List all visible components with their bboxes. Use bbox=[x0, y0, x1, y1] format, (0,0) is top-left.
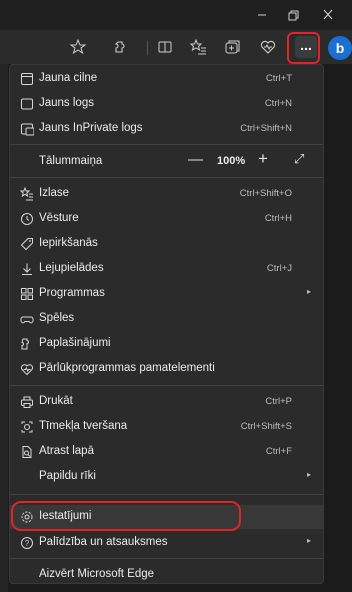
help-icon: ? bbox=[19, 535, 35, 551]
menu-item-label: Programmas bbox=[39, 287, 105, 299]
shopping-tag-icon bbox=[19, 236, 35, 252]
browser-essentials-icon bbox=[19, 361, 35, 377]
menu-item-apps[interactable]: Programmas ▸ bbox=[10, 282, 323, 306]
menu-item-games[interactable]: Spēles bbox=[10, 307, 323, 331]
menu-item-find-on-page[interactable]: Atrast lapā Ctrl+F bbox=[10, 440, 323, 464]
web-capture-icon bbox=[19, 419, 35, 435]
menu-item-zoom: Tālummaiņa — 100% + ⤢ bbox=[10, 148, 323, 174]
menu-item-label: Drukāt bbox=[39, 395, 73, 407]
menu-item-label: Pārlūkprogrammas pamatelementi bbox=[39, 362, 215, 374]
menu-separator bbox=[10, 494, 323, 495]
settings-highlight-annotation bbox=[11, 501, 241, 531]
maximize-icon[interactable] bbox=[284, 6, 304, 24]
close-icon[interactable] bbox=[318, 6, 338, 24]
favorite-star-icon[interactable] bbox=[68, 37, 88, 57]
extensions-icon[interactable] bbox=[112, 37, 132, 57]
menu-item-shortcut: Ctrl+T bbox=[265, 73, 292, 84]
menu-item-new-window[interactable]: Jauns logs Ctrl+N bbox=[10, 92, 323, 116]
menu-item-label: Lejupielādes bbox=[39, 262, 104, 274]
menu-item-print[interactable]: Drukāt Ctrl+P bbox=[10, 390, 323, 414]
menu-item-label: Jauna cilne bbox=[39, 72, 98, 84]
menu-item-shortcut: Ctrl+Shift+S bbox=[240, 421, 292, 432]
favorites-icon bbox=[19, 186, 35, 202]
title-bar bbox=[0, 0, 352, 30]
minimize-icon[interactable] bbox=[252, 6, 272, 24]
menu-item-help-and-feedback[interactable]: ? Palīdzība un atsauksmes ▸ bbox=[10, 531, 323, 555]
menu-item-downloads[interactable]: Lejupielādes Ctrl+J bbox=[10, 257, 323, 281]
menu-item-label: Jauns logs bbox=[39, 97, 94, 109]
menu-item-label: Tīmekļa tveršana bbox=[39, 420, 128, 432]
menu-separator bbox=[10, 558, 323, 559]
page-background-strip bbox=[0, 64, 8, 592]
menu-separator bbox=[10, 177, 323, 178]
menu-item-label: Izlase bbox=[39, 187, 70, 199]
menu-item-label: Palīdzība un atsauksmes bbox=[39, 536, 168, 548]
menu-separator bbox=[10, 385, 323, 386]
menu-item-web-capture[interactable]: Tīmekļa tveršana Ctrl+Shift+S bbox=[10, 415, 323, 439]
zoom-out-button[interactable]: — bbox=[188, 151, 203, 168]
submenu-arrow-icon: ▸ bbox=[306, 287, 311, 296]
new-tab-icon bbox=[19, 71, 35, 87]
split-screen-icon[interactable] bbox=[155, 37, 175, 57]
svg-text:?: ? bbox=[25, 539, 30, 548]
bing-copilot-button[interactable]: b bbox=[328, 36, 352, 60]
menu-item-more-tools[interactable]: Papildu rīki ▸ bbox=[10, 465, 323, 489]
zoom-label: Tālummaiņa bbox=[39, 155, 103, 167]
menu-item-shortcut: Ctrl+J bbox=[266, 263, 292, 274]
menu-item-label: Spēles bbox=[39, 312, 75, 324]
menu-item-label: Iepirkšanās bbox=[39, 237, 98, 249]
menu-item-shortcut: Ctrl+P bbox=[265, 396, 292, 407]
menu-item-label: Jauns InPrivate logs bbox=[39, 122, 143, 134]
menu-item-label: Atrast lapā bbox=[39, 445, 94, 457]
menu-item-new-inprivate-window[interactable]: Jauns InPrivate logs Ctrl+Shift+N bbox=[10, 117, 323, 141]
menu-item-shortcut: Ctrl+Shift+O bbox=[239, 188, 292, 199]
submenu-arrow-icon: ▸ bbox=[306, 470, 311, 479]
toolbar-separator bbox=[147, 41, 148, 55]
menu-separator bbox=[10, 144, 323, 145]
menu-item-label: Aizvērt Microsoft Edge bbox=[39, 568, 155, 580]
extensions-icon bbox=[19, 336, 35, 352]
apps-icon bbox=[19, 286, 35, 302]
history-icon bbox=[19, 211, 35, 227]
download-icon bbox=[19, 261, 35, 277]
menu-item-label: Vēsture bbox=[39, 212, 79, 224]
submenu-arrow-icon: ▸ bbox=[306, 536, 311, 545]
menu-item-favorites[interactable]: Izlase Ctrl+Shift+O bbox=[10, 182, 323, 206]
collections-icon[interactable] bbox=[222, 37, 242, 57]
new-window-icon bbox=[19, 96, 35, 112]
menu-item-browser-essentials[interactable]: Pārlūkprogrammas pamatelementi bbox=[10, 357, 323, 381]
menu-item-shortcut: Ctrl+F bbox=[265, 446, 292, 457]
menu-item-shortcut: Ctrl+H bbox=[264, 213, 292, 224]
menu-item-new-tab[interactable]: Jauna cilne Ctrl+T bbox=[10, 67, 323, 91]
zoom-in-button[interactable]: + bbox=[258, 149, 268, 169]
games-icon bbox=[19, 311, 35, 327]
menu-item-shortcut: Ctrl+Shift+N bbox=[240, 123, 292, 134]
more-button-highlight bbox=[287, 32, 320, 64]
menu-item-history[interactable]: Vēsture Ctrl+H bbox=[10, 207, 323, 231]
favorites-icon[interactable] bbox=[188, 37, 208, 57]
menu-item-shortcut: Ctrl+N bbox=[264, 98, 292, 109]
print-icon bbox=[19, 394, 35, 410]
browser-essentials-icon[interactable] bbox=[258, 37, 278, 57]
menu-item-label: Papildu rīki bbox=[39, 470, 96, 482]
menu-item-shopping[interactable]: Iepirkšanās bbox=[10, 232, 323, 256]
menu-item-label: Paplašinājumi bbox=[39, 337, 111, 349]
fullscreen-icon[interactable]: ⤢ bbox=[294, 151, 304, 167]
zoom-value: 100% bbox=[217, 155, 246, 167]
menu-item-close-edge[interactable]: Aizvērt Microsoft Edge bbox=[10, 563, 323, 587]
find-on-page-icon bbox=[19, 444, 35, 460]
menu-item-extensions[interactable]: Paplašinājumi bbox=[10, 332, 323, 356]
inprivate-icon bbox=[19, 121, 35, 137]
